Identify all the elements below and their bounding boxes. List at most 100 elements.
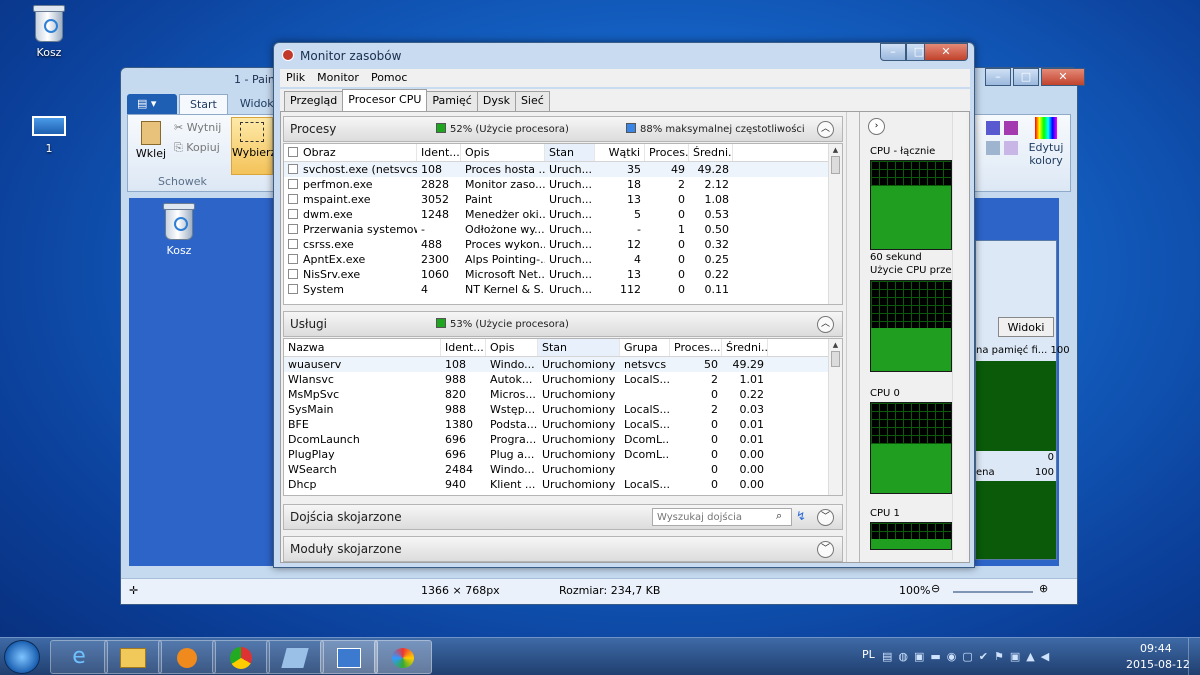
table-row[interactable]: perfmon.exe 2828 Monitor zaso... Uruch... 18… [284,177,842,192]
column-header[interactable]: Nazwa [284,339,441,356]
table-row[interactable]: wuauserv 108 Windo... Uruchomiony netsvcs 50 4… [284,357,842,372]
column-header[interactable]: Średni... [689,144,733,161]
taskbar-resource-monitor-button[interactable] [320,640,378,674]
menu-monitor[interactable]: Monitor [317,71,359,85]
row-checkbox[interactable] [288,194,298,204]
modules-section-header[interactable]: Moduły skojarzone ﹀ [283,536,843,562]
copy-button[interactable]: ⎘ Kopiuj [174,141,220,155]
column-header[interactable]: Proces... [645,144,689,161]
table-row[interactable]: BFE 1380 Podsta... Uruchomiony LocalS... 0 0.0… [284,417,842,432]
taskbar-app-button[interactable] [266,640,324,674]
row-checkbox[interactable] [288,164,298,174]
services-section-header[interactable]: Usługi 53% (Użycie procesora) ︿ [283,311,843,337]
collapse-chevron-icon[interactable]: ︿ [817,121,834,138]
cut-button[interactable]: ✂ Wytnij [174,121,221,134]
table-row[interactable]: mspaint.exe 3052 Paint Uruch... 13 0 1.08 [284,192,842,207]
table-row[interactable]: DcomLaunch 696 Progra... Uruchomiony DcomL..… [284,432,842,447]
processes-section-header[interactable]: Procesy 52% (Użycie procesora) 88% maksy… [283,116,843,142]
processes-scrollbar[interactable]: ▲ [828,144,842,304]
language-indicator[interactable]: PL [862,648,875,661]
column-header[interactable]: Grupa [620,339,670,356]
edit-colors-button[interactable]: Edytuj kolory [1024,117,1068,167]
table-row[interactable]: PlugPlay 696 Plug a... Uruchomiony DcomL... 0… [284,447,842,462]
show-desktop-button[interactable] [1188,638,1200,675]
tab-przeglad[interactable]: Przegląd [284,91,344,111]
table-row[interactable]: ApntEx.exe 2300 Alps Pointing-... Uruch... 4… [284,252,842,267]
tab-siec[interactable]: Sieć [514,91,550,111]
expand-chevron-icon[interactable]: ﹀ [817,541,834,558]
table-row[interactable]: Przerwania systemowe - Odłożone wy... Uruch… [284,222,842,237]
table-row[interactable]: WSearch 2484 Windo... Uruchomiony 0 0.00 [284,462,842,477]
tab-procesor-cpu[interactable]: Procesor CPU [342,89,428,111]
select-all-checkbox[interactable] [288,147,298,157]
clock-time[interactable]: 09:44 [1140,642,1172,655]
tray-icons[interactable]: ▤◍▣▬◉▢✔⚑▣▲◀ [882,650,1055,663]
color-swatch[interactable] [986,121,1000,135]
menu-plik[interactable]: Plik [286,71,305,85]
table-row[interactable]: svchost.exe (netsvcs) 108 Proces hosta ...… [284,162,842,177]
column-header[interactable]: Opis [486,339,538,356]
taskbar-chrome-button[interactable] [212,640,270,674]
select-button[interactable]: Wybierz [231,117,276,175]
table-row[interactable]: dwm.exe 1248 Menedżer oki... Uruch... 5 0 0.53 [284,207,842,222]
paste-button[interactable]: Wklej [134,119,168,160]
paint-minimize-button[interactable]: – [985,68,1011,86]
row-checkbox[interactable] [288,284,298,294]
column-header[interactable]: Ident... [417,144,461,161]
tab-dysk[interactable]: Dysk [476,91,516,111]
rm-minimize-button[interactable]: – [880,43,906,61]
column-header[interactable]: Obraz [284,144,417,161]
table-row[interactable]: csrss.exe 488 Proces wykon... Uruch... 12 0 0.… [284,237,842,252]
zoom-slider[interactable] [953,591,1033,593]
menu-pomoc[interactable]: Pomoc [371,71,407,85]
zoom-in-button[interactable]: ⊕ [1039,582,1048,595]
column-header[interactable]: Proces... [670,339,722,356]
taskbar-paint-button[interactable] [374,640,432,674]
taskbar-explorer-button[interactable] [104,640,162,674]
column-header[interactable]: Średni... [722,339,768,356]
column-header[interactable]: Ident... [441,339,486,356]
table-row[interactable]: MsMpSvc 820 Micros... Uruchomiony 0 0.22 [284,387,842,402]
column-header[interactable]: Opis [461,144,545,161]
table-row[interactable]: NisSrv.exe 1060 Microsoft Net... Uruch... 13… [284,267,842,282]
table-row[interactable]: SysMain 988 Wstęp... Uruchomiony LocalS... 2 0… [284,402,842,417]
table-row[interactable]: Wlansvc 988 Autok... Uruchomiony LocalS... 2 1… [284,372,842,387]
row-checkbox[interactable] [288,179,298,189]
desktop-icon-recycle-bin[interactable]: Kosz [17,5,81,59]
refresh-icon[interactable]: ↯ [796,509,806,523]
tab-pamiec[interactable]: Pamięć [426,91,478,111]
color-swatch[interactable] [986,141,1000,155]
row-checkbox[interactable] [288,224,298,234]
row-checkbox[interactable] [288,269,298,279]
handles-section-header[interactable]: Dojścia skojarzone ⌕ ↯ ﹀ [283,504,843,530]
column-header[interactable]: Stan [545,144,595,161]
rm-close-button[interactable]: ✕ [924,43,968,61]
color-swatch[interactable] [1004,141,1018,155]
start-button[interactable] [4,640,40,674]
desktop-icon-image-file[interactable]: 1 [17,116,81,155]
handles-search-input[interactable] [652,508,792,526]
taskbar-ie-button[interactable]: e [50,640,108,674]
clock-date[interactable]: 2015-08-12 [1126,658,1190,671]
tab-start[interactable]: Start [179,94,228,114]
file-menu-button[interactable]: ▤ ▾ [127,94,177,114]
expand-chevron-icon[interactable]: ﹀ [817,509,834,526]
views-button[interactable]: Widoki [998,317,1054,337]
paint-maximize-button[interactable]: □ [1013,68,1039,86]
table-row[interactable]: System 4 NT Kernel & S... Uruch... 112 0 0.11 [284,282,842,297]
collapse-chevron-icon[interactable]: ︿ [817,316,834,333]
paint-close-button[interactable]: ✕ [1041,68,1085,86]
panel-splitter[interactable] [846,112,858,562]
table-row[interactable]: Dhcp 940 Klient ... Uruchomiony LocalS... 0 0.… [284,477,842,492]
column-header[interactable]: Wątki [595,144,645,161]
row-checkbox[interactable] [288,209,298,219]
search-icon[interactable]: ⌕ [776,509,782,523]
services-scrollbar[interactable]: ▲ [828,339,842,495]
graphs-scrollbar[interactable] [952,112,966,560]
row-checkbox[interactable] [288,239,298,249]
color-swatch[interactable] [1004,121,1018,135]
taskbar-media-button[interactable] [158,640,216,674]
zoom-out-button[interactable]: ⊖ [931,582,940,595]
row-checkbox[interactable] [288,254,298,264]
graphs-expand-button[interactable]: › [868,118,885,135]
